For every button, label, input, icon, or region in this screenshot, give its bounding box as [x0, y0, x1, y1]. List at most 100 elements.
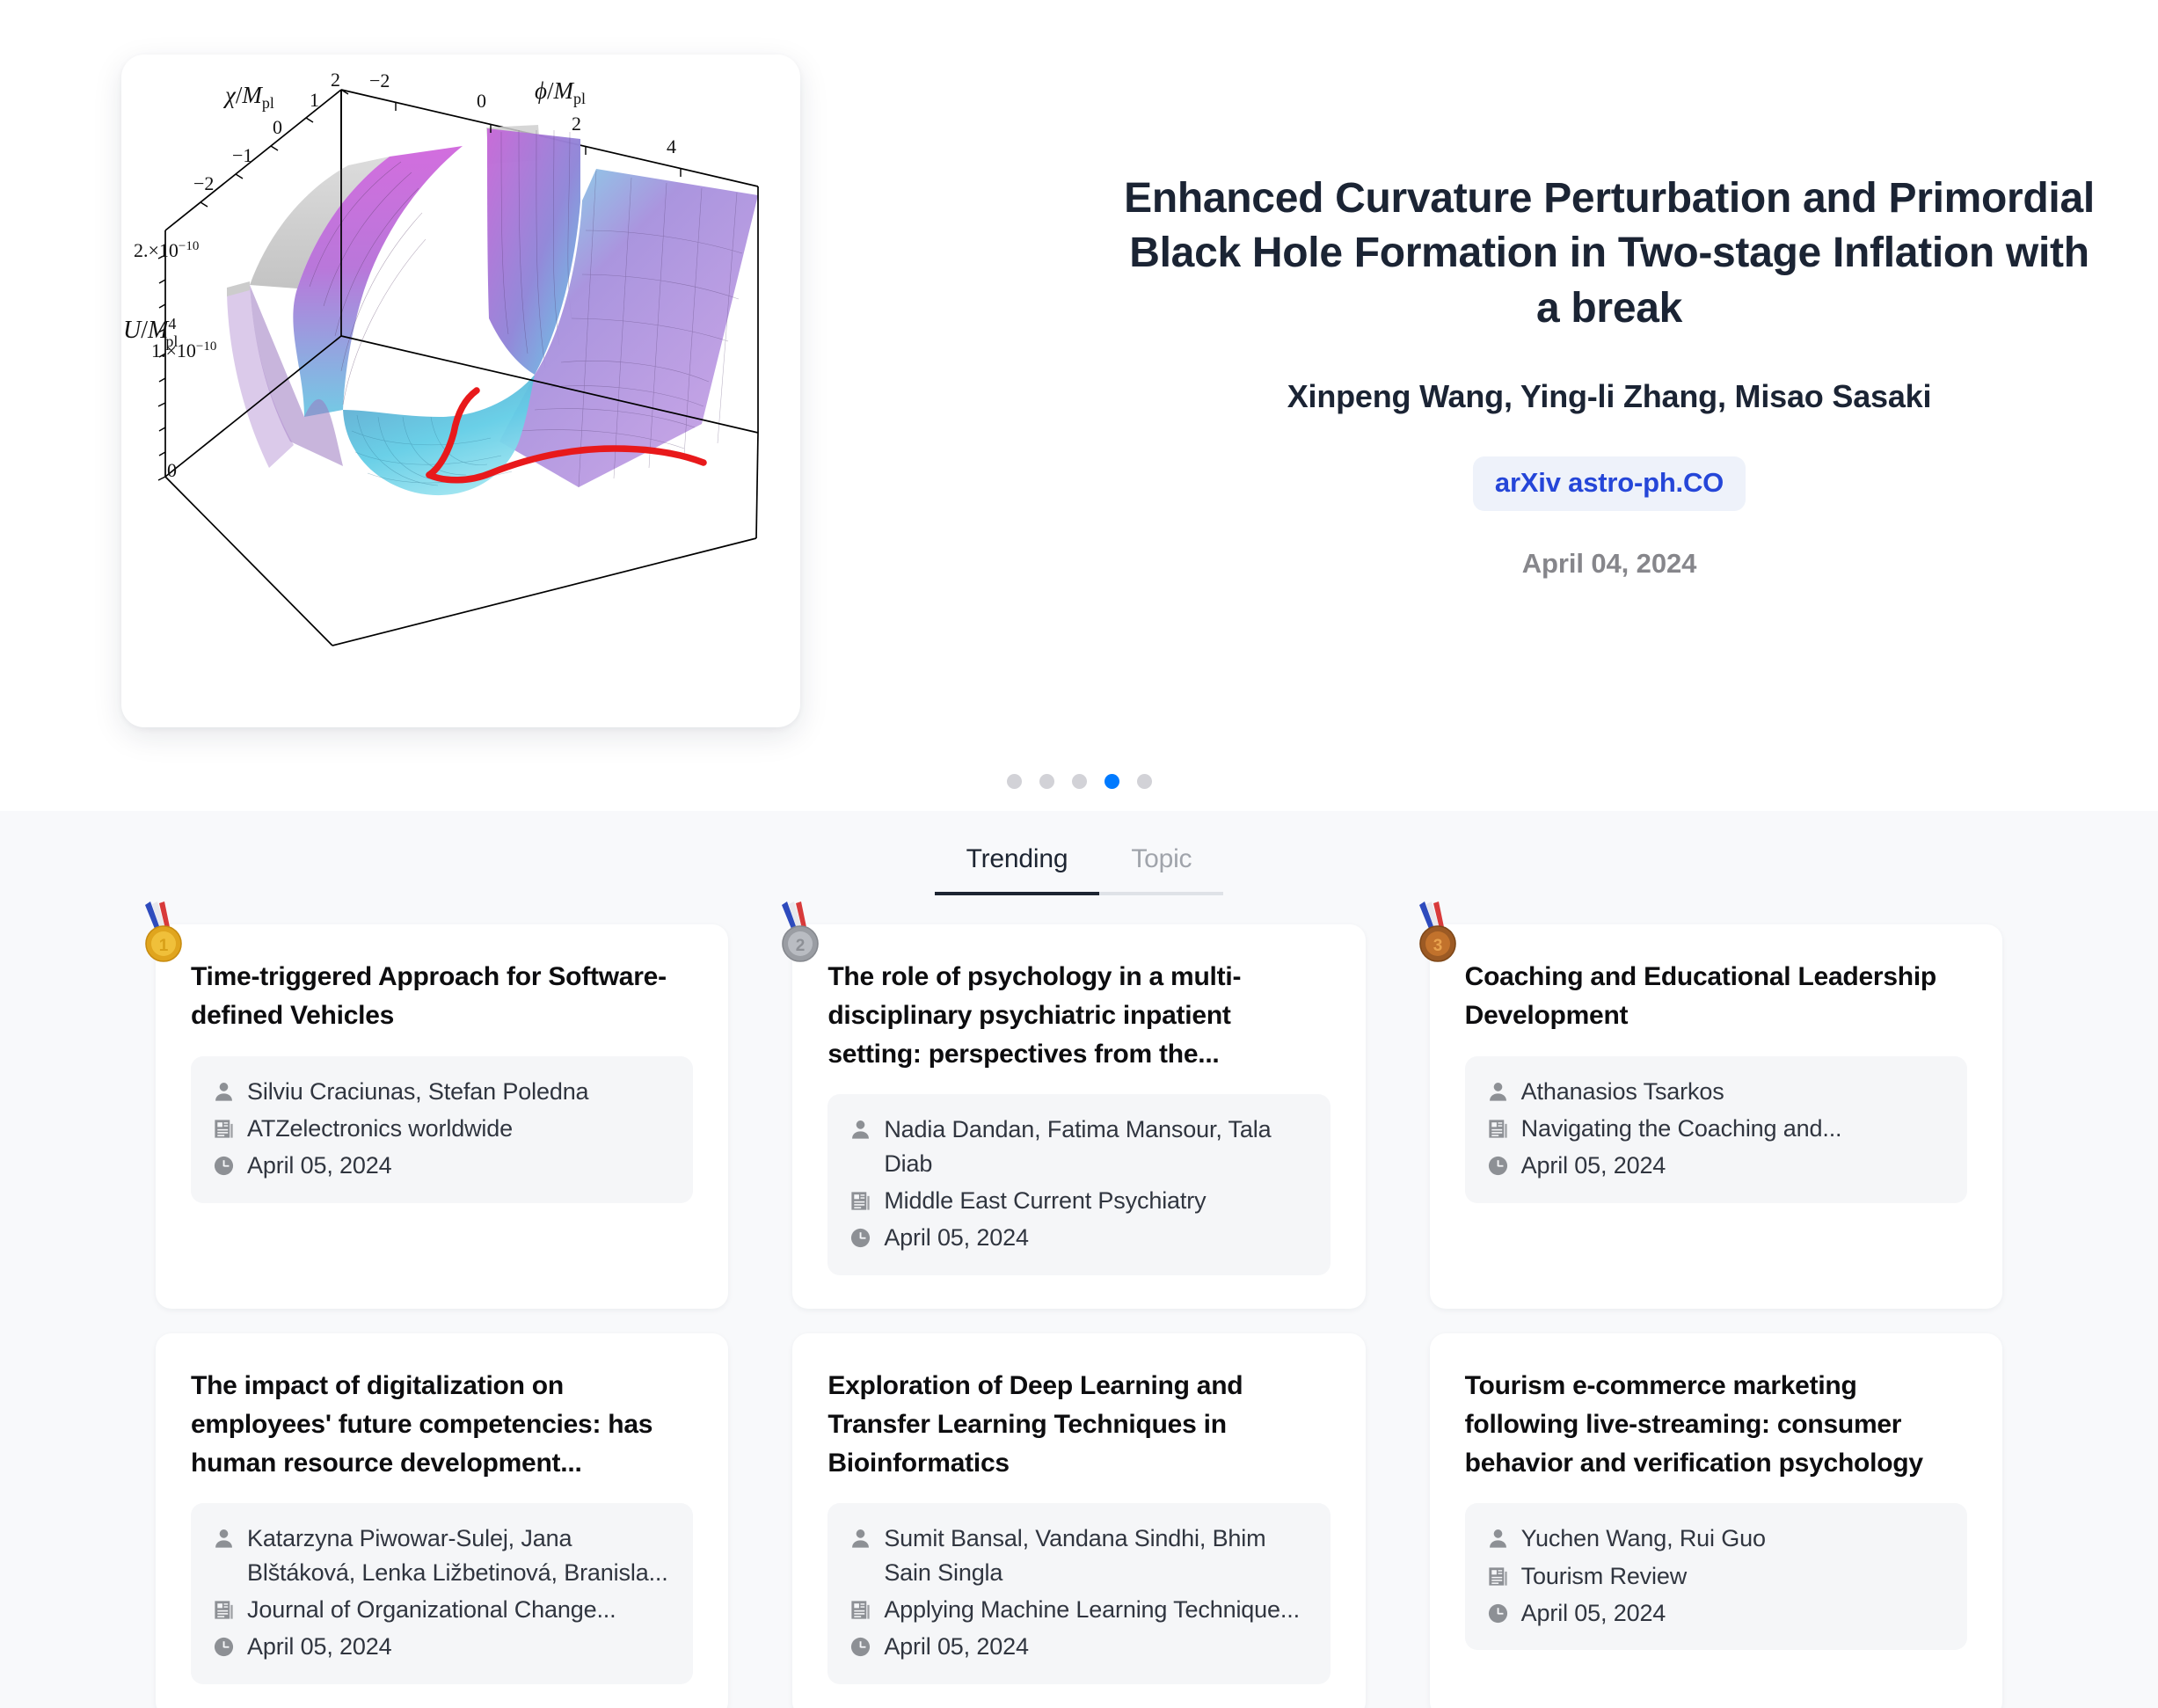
clock-icon — [849, 1226, 872, 1250]
svg-text:2: 2 — [796, 937, 806, 955]
card-authors: Sumit Bansal, Vandana Sindhi, Bhim Sain … — [884, 1525, 1266, 1586]
card-authors: Yuchen Wang, Rui Guo — [1520, 1525, 1766, 1552]
person-icon — [1486, 1527, 1510, 1551]
person-icon — [849, 1527, 872, 1551]
card-date: April 05, 2024 — [247, 1633, 392, 1661]
card-meta: Katarzyna Piwowar-Sulej, Jana Blštáková,… — [191, 1503, 694, 1684]
paper-authors: Xinpeng Wang, Ying-li Zhang, Misao Sasak… — [1287, 378, 1932, 415]
card-title[interactable]: Coaching and Educational Leadership Deve… — [1465, 958, 1967, 1035]
arxiv-category-badge[interactable]: arXiv astro-ph.CO — [1472, 456, 1746, 511]
tab-bar: Trending Topic — [0, 811, 2158, 895]
card-date-row: April 05, 2024 — [849, 1630, 1309, 1663]
card-title[interactable]: Tourism e-commerce marketing following l… — [1465, 1367, 1967, 1482]
card-title[interactable]: Time-triggered Approach for Software-def… — [191, 958, 693, 1035]
card-authors-row: Silviu Craciunas, Stefan Poledna — [212, 1075, 672, 1108]
paper-title[interactable]: Enhanced Curvature Perturbation and Prim… — [1117, 172, 2102, 336]
card-meta: Athanasios Tsarkos Navigating the Coachi… — [1464, 1055, 1967, 1203]
paper-card[interactable]: Exploration of Deep Learning and Transfe… — [792, 1333, 1366, 1708]
card-date: April 05, 2024 — [247, 1152, 392, 1179]
card-journal-row: Navigating the Coaching and... — [1486, 1112, 1946, 1145]
card-journal: Middle East Current Psychiatry — [884, 1187, 1207, 1215]
carousel-dot-5[interactable] — [1136, 774, 1152, 789]
paper-card[interactable]: The impact of digitalization on employee… — [156, 1333, 729, 1708]
card-date: April 05, 2024 — [1520, 1600, 1666, 1627]
card-journal-row: Middle East Current Psychiatry — [849, 1184, 1309, 1217]
y-tick-0: 0 — [273, 116, 282, 138]
z-tick-0: 0 — [167, 459, 177, 481]
gold-medal-icon: 1 — [136, 900, 191, 963]
y-tick-m2: −2 — [193, 172, 214, 194]
card-journal: Journal of Organizational Change... — [247, 1596, 616, 1624]
clock-icon — [1486, 1154, 1510, 1178]
card-journal: ATZelectronics worldwide — [247, 1114, 513, 1142]
card-date-row: April 05, 2024 — [1486, 1149, 1946, 1182]
x-tick-4: 4 — [667, 135, 676, 157]
paper-cards-grid: 1 Time-triggered Approach for Software-d… — [145, 901, 2002, 1708]
newspaper-icon — [1486, 1117, 1510, 1141]
card-authors-row: Nadia Dandan, Fatima Mansour, Tala Diab — [849, 1113, 1309, 1180]
card-title[interactable]: The role of psychology in a multi-discip… — [827, 958, 1330, 1073]
card-authors-row: Yuchen Wang, Rui Guo — [1486, 1522, 1946, 1555]
newspaper-icon — [212, 1117, 236, 1141]
svg-text:1: 1 — [159, 937, 169, 955]
paper-card[interactable]: 3 Coaching and Educational Leadership De… — [1418, 901, 2002, 1309]
carousel-dot-4[interactable] — [1104, 774, 1119, 789]
card-meta: Yuchen Wang, Rui Guo Tourism Review Apri… — [1464, 1503, 1967, 1651]
newspaper-icon — [212, 1598, 236, 1622]
card-authors-row: Athanasios Tsarkos — [1486, 1075, 1946, 1108]
hero-section: χ/Mpl 2 1 0 −1 −2 ϕ/Mpl −2 0 2 4 U/M4 pl … — [0, 0, 2158, 811]
tab-trending[interactable]: Trending — [934, 844, 1100, 895]
y-tick-2: 2 — [331, 69, 340, 91]
card-journal-row: Tourism Review — [1486, 1559, 1946, 1593]
carousel-pagination[interactable] — [0, 774, 2158, 789]
card-date-row: April 05, 2024 — [849, 1221, 1309, 1254]
card-date-row: April 05, 2024 — [212, 1149, 672, 1182]
paper-figure-card[interactable]: χ/Mpl 2 1 0 −1 −2 ϕ/Mpl −2 0 2 4 U/M4 pl … — [121, 55, 800, 727]
paper-card[interactable]: 2 The role of psychology in a multi-disc… — [782, 901, 1366, 1309]
card-journal-row: Journal of Organizational Change... — [212, 1593, 672, 1626]
paper-card[interactable]: 1 Time-triggered Approach for Software-d… — [145, 901, 729, 1309]
person-icon — [1486, 1080, 1510, 1104]
y-axis-label: χ/Mpl — [222, 82, 274, 112]
silver-medal-icon: 2 — [773, 900, 827, 963]
card-authors: Katarzyna Piwowar-Sulej, Jana Blštáková,… — [247, 1525, 668, 1586]
newspaper-icon — [849, 1189, 872, 1213]
carousel-dot-3[interactable] — [1071, 774, 1087, 789]
y-tick-m1: −1 — [232, 144, 252, 166]
card-journal-row: Applying Machine Learning Technique... — [849, 1593, 1309, 1626]
card-title[interactable]: Exploration of Deep Learning and Transfe… — [827, 1367, 1330, 1482]
card-journal: Applying Machine Learning Technique... — [884, 1596, 1300, 1624]
bronze-medal-icon: 3 — [1411, 900, 1465, 963]
card-title[interactable]: The impact of digitalization on employee… — [191, 1367, 693, 1482]
card-journal-row: ATZelectronics worldwide — [212, 1112, 672, 1145]
x-tick-m2: −2 — [369, 69, 390, 91]
card-authors-row: Sumit Bansal, Vandana Sindhi, Bhim Sain … — [849, 1522, 1309, 1589]
potential-surface-chart: χ/Mpl 2 1 0 −1 −2 ϕ/Mpl −2 0 2 4 U/M4 pl … — [123, 69, 759, 646]
clock-icon — [212, 1635, 236, 1659]
card-meta: Silviu Craciunas, Stefan Poledna ATZelec… — [191, 1055, 694, 1203]
person-icon — [849, 1118, 872, 1142]
z-tick-2e-10: 2.×10−10 — [134, 239, 199, 261]
badge-row: arXiv astro-ph.CO — [1117, 456, 2102, 511]
carousel-dot-1[interactable] — [1006, 774, 1022, 789]
card-authors-row: Katarzyna Piwowar-Sulej, Jana Blštáková,… — [212, 1522, 672, 1589]
carousel-dot-2[interactable] — [1039, 774, 1054, 789]
card-journal: Tourism Review — [1520, 1562, 1688, 1589]
paper-card[interactable]: Tourism e-commerce marketing following l… — [1429, 1333, 2002, 1708]
card-date: April 05, 2024 — [1520, 1152, 1666, 1179]
card-date: April 05, 2024 — [884, 1224, 1029, 1252]
card-journal: Navigating the Coaching and... — [1520, 1114, 1842, 1142]
clock-icon — [1486, 1602, 1510, 1625]
tab-topic[interactable]: Topic — [1099, 844, 1224, 895]
paper-date: April 04, 2024 — [1521, 547, 1697, 579]
svg-text:3: 3 — [1433, 937, 1442, 955]
card-meta: Sumit Bansal, Vandana Sindhi, Bhim Sain … — [827, 1503, 1331, 1684]
card-meta: Nadia Dandan, Fatima Mansour, Tala Diab … — [827, 1094, 1331, 1275]
person-icon — [212, 1080, 236, 1104]
card-authors: Nadia Dandan, Fatima Mansour, Tala Diab — [884, 1116, 1272, 1177]
z-axis-ticks — [157, 254, 166, 481]
z-tick-1e-10: 1.×10−10 — [151, 339, 216, 361]
card-date-row: April 05, 2024 — [212, 1630, 672, 1663]
clock-icon — [212, 1154, 236, 1178]
x-axis-label: ϕ/Mpl — [535, 77, 586, 107]
